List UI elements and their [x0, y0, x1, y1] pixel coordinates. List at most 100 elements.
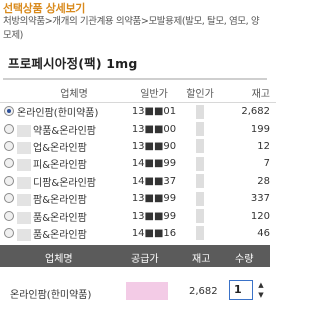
row-select[interactable]	[0, 225, 17, 242]
redacted-name	[17, 176, 31, 189]
row-price: 13■■90	[131, 140, 177, 152]
row-vendor-label: 약품&온라인팜	[33, 125, 96, 137]
quantity-stepper[interactable]: ▲ ▼	[256, 280, 266, 300]
redacted-name	[17, 194, 31, 207]
header-discount: 할인가	[177, 82, 223, 103]
row-select[interactable]	[0, 138, 17, 155]
order-vendor: 온라인팜(한미약품)	[10, 290, 92, 301]
row-vendor-label: 업&온라인팜	[33, 142, 87, 154]
redacted-name	[17, 124, 31, 137]
vendor-table: 업체명 일반가 할인가 재고 온라인팜(한미약품) 13■■01 2,682 약품&온…	[0, 82, 276, 242]
row-select[interactable]	[0, 173, 17, 190]
header-vendor: 업체명	[17, 82, 131, 103]
redacted-name	[17, 211, 31, 224]
redacted-name	[17, 159, 31, 172]
stepper-up-icon[interactable]: ▲	[256, 280, 266, 290]
row-select[interactable]	[0, 190, 17, 207]
table-header-row: 업체명 일반가 할인가 재고	[0, 82, 276, 103]
row-discount	[177, 120, 223, 137]
row-vendor: 품&온라인팜	[17, 207, 131, 224]
row-price: 13■■01	[131, 106, 177, 118]
table-row[interactable]: 피&온라인팜 14■■99 7	[0, 155, 276, 172]
table-row[interactable]: 품&온라인팜 14■■16 46	[0, 225, 276, 242]
radio-button[interactable]	[3, 106, 14, 117]
row-discount	[177, 103, 223, 121]
table-row[interactable]: 품&온라인팜 13■■99 120	[0, 207, 276, 224]
row-stock: 12	[257, 140, 270, 152]
order-price-redacted	[126, 282, 168, 300]
breadcrumb: 처방의약품>개개의 기관계용 의약품>모발용제(발모, 탈모, 염모, 양모제)	[3, 16, 260, 41]
order-header-price: 공급가	[131, 254, 159, 265]
row-price: 13■■99	[131, 210, 177, 222]
redacted-discount	[196, 191, 204, 206]
row-price: 13■■00	[131, 123, 177, 135]
row-vendor-label: 온라인팜(한미약품)	[17, 108, 99, 120]
row-discount	[177, 155, 223, 172]
row-vendor: 업&온라인팜	[17, 138, 131, 155]
redacted-discount	[196, 174, 204, 189]
row-vendor-label: 팜&온라인팜	[33, 195, 87, 207]
table-row[interactable]: 온라인팜(한미약품) 13■■01 2,682	[0, 103, 276, 121]
redacted-discount	[196, 156, 204, 171]
radio-button[interactable]	[3, 210, 14, 221]
page-title: 선택상품 상세보기	[3, 2, 86, 15]
order-header-qty: 수량	[235, 254, 254, 265]
row-vendor: 피&온라인팜	[17, 155, 131, 172]
redacted-discount	[196, 226, 204, 241]
row-select[interactable]	[0, 120, 17, 137]
row-stock: 28	[257, 175, 270, 187]
row-vendor: 팜&온라인팜	[17, 190, 131, 207]
radio-button[interactable]	[3, 158, 14, 169]
row-select[interactable]	[0, 103, 17, 121]
row-stock: 337	[250, 193, 270, 205]
redacted-name	[17, 228, 31, 241]
row-vendor: 온라인팜(한미약품)	[17, 103, 131, 121]
row-price: 14■■99	[131, 158, 177, 170]
order-stock: 2,682	[189, 286, 218, 297]
table-row[interactable]: 업&온라인팜 13■■90 12	[0, 138, 276, 155]
redacted-discount	[196, 104, 204, 119]
row-stock: 2,682	[241, 106, 270, 118]
row-vendor-label: 피&온라인팜	[33, 160, 87, 172]
table-row[interactable]: 팜&온라인팜 13■■99 337	[0, 190, 276, 207]
radio-button[interactable]	[3, 140, 14, 151]
redacted-discount	[196, 122, 204, 137]
divider	[3, 78, 267, 80]
row-vendor-label: 품&온라인팜	[33, 229, 87, 241]
order-header-vendor: 업체명	[45, 254, 73, 265]
order-header-stock: 재고	[192, 254, 211, 265]
row-vendor-label: 디팜&온라인팜	[33, 177, 96, 189]
row-select[interactable]	[0, 207, 17, 224]
row-vendor: 디팜&온라인팜	[17, 173, 131, 190]
row-select[interactable]	[0, 155, 17, 172]
radio-button[interactable]	[3, 227, 14, 238]
row-price: 13■■99	[131, 193, 177, 205]
row-vendor: 약품&온라인팜	[17, 120, 131, 137]
header-select	[0, 82, 17, 103]
radio-button[interactable]	[3, 123, 14, 134]
row-discount	[177, 138, 223, 155]
table-row[interactable]: 디팜&온라인팜 14■■37 28	[0, 173, 276, 190]
row-stock: 46	[257, 227, 270, 239]
quantity-input[interactable]: 1	[229, 280, 253, 300]
row-vendor-label: 품&온라인팜	[33, 212, 87, 224]
row-discount	[177, 225, 223, 242]
row-vendor: 품&온라인팜	[17, 225, 131, 242]
row-stock: 7	[263, 158, 270, 170]
row-price: 14■■37	[131, 175, 177, 187]
order-row: 온라인팜(한미약품) 2,682 1 ▲ ▼	[0, 267, 270, 313]
redacted-name	[17, 141, 31, 154]
redacted-discount	[196, 209, 204, 224]
row-discount	[177, 190, 223, 207]
table-row[interactable]: 약품&온라인팜 13■■00 199	[0, 120, 276, 137]
order-header: 업체명 공급가 재고 수량	[0, 245, 270, 267]
redacted-discount	[196, 139, 204, 154]
row-price: 14■■16	[131, 227, 177, 239]
radio-button[interactable]	[3, 175, 14, 186]
row-stock: 199	[250, 123, 270, 135]
radio-button[interactable]	[3, 193, 14, 204]
row-stock: 120	[250, 210, 270, 222]
header-price: 일반가	[131, 82, 177, 103]
stepper-down-icon[interactable]: ▼	[256, 290, 266, 300]
product-name: 프로페시아정(팩) 1mg	[8, 56, 138, 71]
